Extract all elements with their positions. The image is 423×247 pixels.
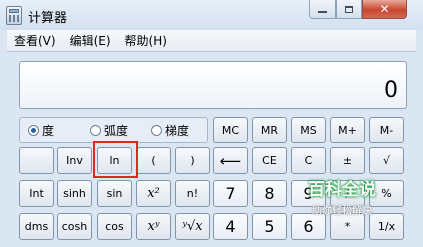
maximize-icon (345, 5, 353, 13)
digit-4-button[interactable]: 4 (213, 213, 248, 240)
sin-button[interactable]: sin (97, 180, 132, 207)
watermark-subtitle: 助你轻松解决 (312, 206, 372, 217)
sqrt-button[interactable]: √ (369, 147, 404, 174)
digit-7-button[interactable]: 7 (213, 180, 248, 207)
dms-button[interactable]: dms (19, 213, 54, 240)
sinh-button[interactable]: sinh (57, 180, 92, 207)
display-value: 0 (384, 78, 398, 103)
m-minus-button[interactable]: M- (369, 117, 404, 143)
x-power-y-button[interactable]: xʸ (136, 213, 171, 240)
digit-8-button[interactable]: 8 (252, 180, 287, 207)
c-button[interactable]: C (291, 147, 326, 174)
open-paren-button[interactable]: ( (136, 147, 171, 174)
close-paren-button[interactable]: ) (175, 147, 210, 174)
inv-button[interactable]: Inv (57, 147, 92, 174)
close-icon: ✕ (379, 2, 390, 16)
mc-button[interactable]: MC (213, 117, 248, 143)
x-squared-button[interactable]: x² (136, 180, 171, 207)
plus-minus-button[interactable]: ± (330, 147, 365, 174)
window-title: 计算器 (28, 11, 68, 26)
factorial-button[interactable]: n! (175, 180, 210, 207)
watermark: 百科全说 助你轻松解决 (292, 175, 392, 223)
ms-button[interactable]: MS (291, 117, 326, 143)
menu-help[interactable]: 帮助(H) (118, 31, 174, 51)
maximize-button[interactable] (336, 0, 362, 19)
y-root-x-button[interactable]: ʸ√x (175, 213, 210, 240)
menu-view[interactable]: 查看(V) (7, 31, 63, 51)
int-button[interactable]: Int (19, 180, 54, 207)
angle-mode-label: 弧度 (104, 124, 129, 138)
angle-mode-label: 梯度 (165, 124, 190, 138)
minimize-button[interactable] (309, 0, 336, 19)
radio-gradians[interactable] (151, 125, 162, 136)
close-button[interactable]: ✕ (362, 0, 407, 19)
angle-mode-radians[interactable]: 弧度 (90, 122, 128, 139)
calculator-app-icon (6, 6, 22, 25)
ln-highlight-box (93, 141, 138, 178)
cos-button[interactable]: cos (97, 213, 132, 240)
angle-mode-group: 度 弧度 梯度 (19, 117, 208, 143)
radio-radians[interactable] (90, 125, 101, 136)
calculator-display: 0 (19, 61, 407, 109)
title-bar: 计算器 ✕ (0, 0, 423, 30)
minimize-icon (318, 11, 327, 13)
backspace-button[interactable]: ⟵ (213, 147, 248, 174)
cosh-button[interactable]: cosh (57, 213, 92, 240)
ce-button[interactable]: CE (252, 147, 287, 174)
watermark-logo: 百科全说 (308, 180, 376, 200)
radio-degrees[interactable] (28, 125, 39, 136)
angle-mode-gradians[interactable]: 梯度 (151, 122, 189, 139)
menu-edit[interactable]: 编辑(E) (63, 31, 118, 51)
menu-bar: 查看(V) 编辑(E) 帮助(H) (7, 30, 416, 52)
angle-mode-degrees[interactable]: 度 (28, 122, 54, 139)
mr-button[interactable]: MR (252, 117, 287, 143)
digit-5-button[interactable]: 5 (252, 213, 287, 240)
m-plus-button[interactable]: M+ (330, 117, 365, 143)
angle-mode-label: 度 (42, 124, 55, 138)
blank-button[interactable] (19, 147, 54, 174)
